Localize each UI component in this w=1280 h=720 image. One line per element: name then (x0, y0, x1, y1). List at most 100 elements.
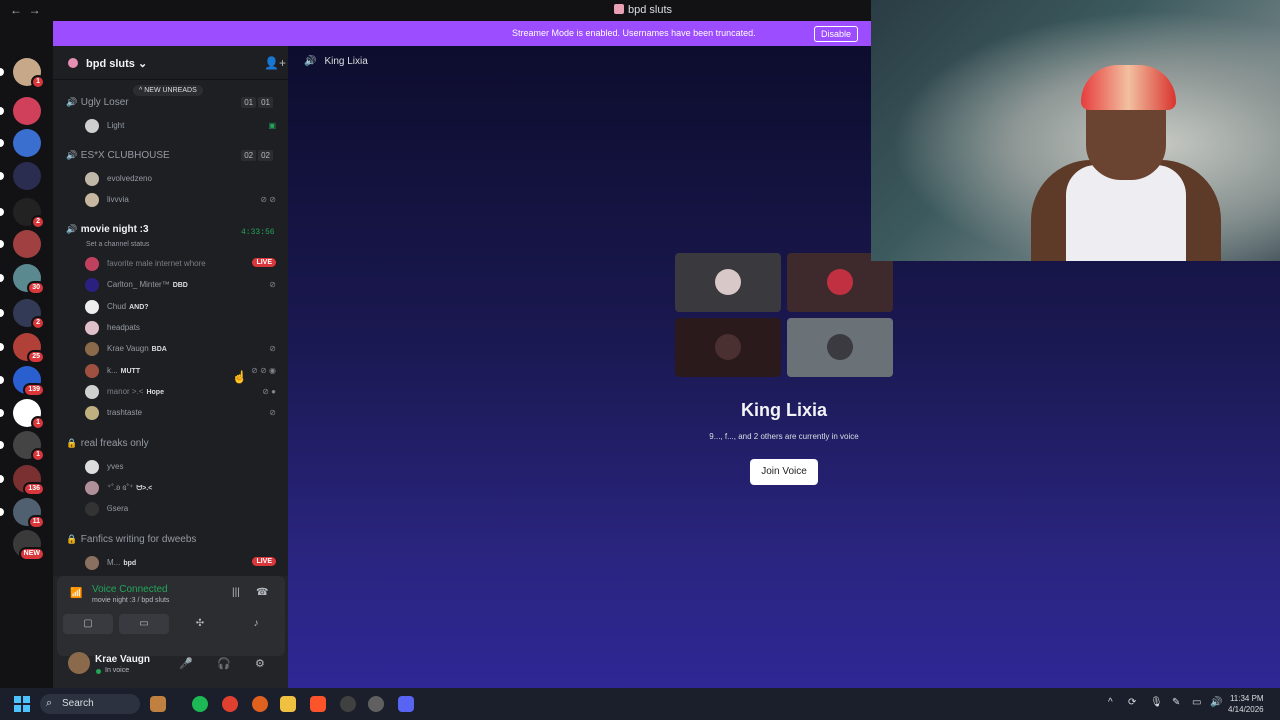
username: headpats (107, 322, 140, 332)
signal-icon[interactable]: 📶 (70, 588, 82, 599)
voice-user[interactable]: Ꮆsera (83, 502, 278, 518)
server-icon[interactable] (13, 230, 41, 258)
server-icon[interactable]: 136 (13, 465, 45, 496)
firefox-icon[interactable] (252, 696, 268, 712)
headphones-icon[interactable]: 🎧 (217, 657, 231, 670)
current-user-name[interactable]: Krae Vaugn (95, 654, 150, 665)
participant-tile[interactable] (787, 318, 893, 377)
join-voice-button[interactable]: Join Voice (750, 459, 818, 485)
speaker-icon: 🔊 (66, 150, 78, 160)
server-icon[interactable]: 1 (13, 399, 45, 430)
invite-people-icon[interactable]: 👤+ (264, 56, 286, 70)
taskbar-search[interactable]: ⌕ Search (40, 694, 140, 714)
windows-start-icon[interactable] (14, 696, 30, 712)
voice-user[interactable]: k... MUTT ⊘ ⊘ ◉ (83, 363, 278, 380)
streamer-mode-text: Streamer Mode is enabled. Usernames have… (512, 28, 756, 38)
voice-channel-real-freaks[interactable]: 🔒 real freaks only (66, 438, 149, 449)
server-icon[interactable]: 1 (13, 58, 45, 89)
server-icon[interactable]: 139 (13, 366, 45, 397)
voice-user[interactable]: trashtaste ⊘ (83, 406, 278, 422)
soundboard-button[interactable]: ♪ (231, 614, 281, 634)
microphone-icon[interactable]: 🎙 (1150, 697, 1163, 708)
display-icon[interactable]: ▭ (1192, 697, 1201, 708)
new-unreads-pill[interactable]: ^ NEW UNREADS (133, 85, 203, 96)
voice-user[interactable]: headpats (83, 320, 278, 337)
clock[interactable]: 11:34 PM 4/14/2026 (1228, 693, 1264, 715)
disable-button[interactable]: Disable (814, 26, 859, 42)
voice-channel-esx-clubhouse[interactable]: 🔊 ES*X CLUBHOUSE (66, 150, 170, 161)
voice-connected-subtitle[interactable]: movie night :3 / bpd sluts (92, 597, 169, 604)
server-icon[interactable]: 11 (13, 498, 45, 529)
voice-user[interactable]: Carlton_ Minter™ DBD ⊘ (83, 278, 278, 294)
media-player-icon[interactable] (340, 696, 356, 712)
avatar[interactable] (68, 652, 90, 674)
activities-button[interactable]: ✣ (175, 614, 225, 634)
speaker-icon: 🔊 (304, 56, 317, 67)
mention-badge: 136 (23, 482, 45, 496)
voice-user[interactable]: Krae Vaugn BDA ⊘ (83, 342, 278, 358)
pen-icon[interactable]: ✎ (1172, 697, 1180, 708)
server-icon[interactable] (13, 97, 41, 125)
voice-user[interactable]: favorite male internet whore LIVE (83, 257, 278, 273)
server-icon[interactable]: 2 (13, 299, 45, 330)
unread-indicator (0, 107, 4, 115)
noise-suppression-icon[interactable]: ||| (232, 587, 240, 598)
discord-icon[interactable] (398, 696, 414, 712)
server-icon[interactable]: NEW (13, 530, 45, 561)
user-limit: 01 01 (239, 97, 273, 108)
muted-icon: ⊘ ⊘ ◉ (251, 365, 276, 375)
screen-share-button[interactable]: ▭ (119, 614, 169, 634)
sync-icon[interactable]: ⟳ (1128, 697, 1136, 708)
voice-connected-title[interactable]: Voice Connected (92, 584, 168, 595)
voice-user[interactable]: ⁺˚.ʚ ɞ˚⁺ ᗢ>.< (83, 481, 278, 497)
guild-header[interactable]: bpd sluts ⌄ 👤+ (53, 46, 288, 80)
unread-indicator (0, 309, 4, 317)
camera-button[interactable]: ▢ (63, 614, 113, 634)
unread-indicator (0, 475, 4, 483)
chevron-up-icon[interactable]: ^ (1108, 697, 1113, 708)
voice-user[interactable]: Chud AND? (83, 299, 278, 316)
discord-home-icon[interactable] (13, 25, 41, 53)
widget-icon[interactable] (150, 696, 166, 712)
voice-user[interactable]: Light ▣ (83, 119, 278, 135)
voice-timer: 4:33:56 (241, 228, 275, 237)
nav-arrows[interactable]: ← → (10, 3, 41, 17)
username: favorite male internet whore (107, 259, 206, 268)
voice-user[interactable]: M... bpd LIVE (83, 556, 278, 572)
voice-channel-fanfics[interactable]: 🔒 Fanfics writing for dweebs (66, 534, 196, 545)
server-icon[interactable] (13, 162, 41, 190)
unread-indicator (0, 274, 4, 282)
obs-icon[interactable] (368, 696, 384, 712)
lock-icon: 🔒 (66, 438, 78, 448)
voice-channel-movie-night[interactable]: 🔊 movie night :3 (66, 224, 149, 235)
spotify-icon[interactable] (192, 696, 208, 712)
server-icon[interactable]: 30 (13, 264, 45, 295)
voice-user[interactable]: yves (83, 460, 278, 476)
username: Krae Vaugn BDA (107, 344, 167, 354)
username: k... MUTT (107, 365, 141, 375)
voice-user[interactable]: evolvedzeno (83, 172, 278, 188)
server-icon[interactable]: 1 (13, 431, 45, 462)
taskbar: ⌕ Search ^ ⟳ 🎙 ✎ ▭ 🔊 11:34 PM 4/14/2026 (0, 688, 1280, 720)
avatar (715, 334, 741, 360)
server-icon[interactable]: 2 (13, 198, 45, 229)
file-explorer-icon[interactable] (280, 696, 296, 712)
unread-indicator (0, 240, 4, 248)
chrome-icon[interactable] (222, 696, 238, 712)
channel-status[interactable]: Set a channel status (86, 241, 149, 248)
server-icon[interactable]: 25 (13, 333, 45, 364)
server-icon[interactable] (13, 129, 41, 157)
participant-tile[interactable] (675, 318, 781, 377)
volume-icon[interactable]: 🔊 (1210, 697, 1222, 708)
voice-user[interactable]: manor >.< Hope ⊘ ● (83, 384, 278, 401)
mute-icon[interactable]: 🎤 (179, 657, 193, 670)
brave-icon[interactable] (310, 696, 326, 712)
voice-user[interactable]: livvvia ⊘ ⊘ (83, 193, 278, 209)
participant-tile[interactable] (787, 253, 893, 312)
guild-icon (68, 58, 78, 68)
participant-tile[interactable] (675, 253, 781, 312)
disconnect-icon[interactable]: ☎ (256, 587, 268, 598)
gear-icon[interactable]: ⚙ (255, 657, 265, 670)
mention-badge: 1 (31, 75, 45, 89)
voice-channel-ugly-loser[interactable]: 🔊 Ugly Loser (66, 97, 129, 108)
